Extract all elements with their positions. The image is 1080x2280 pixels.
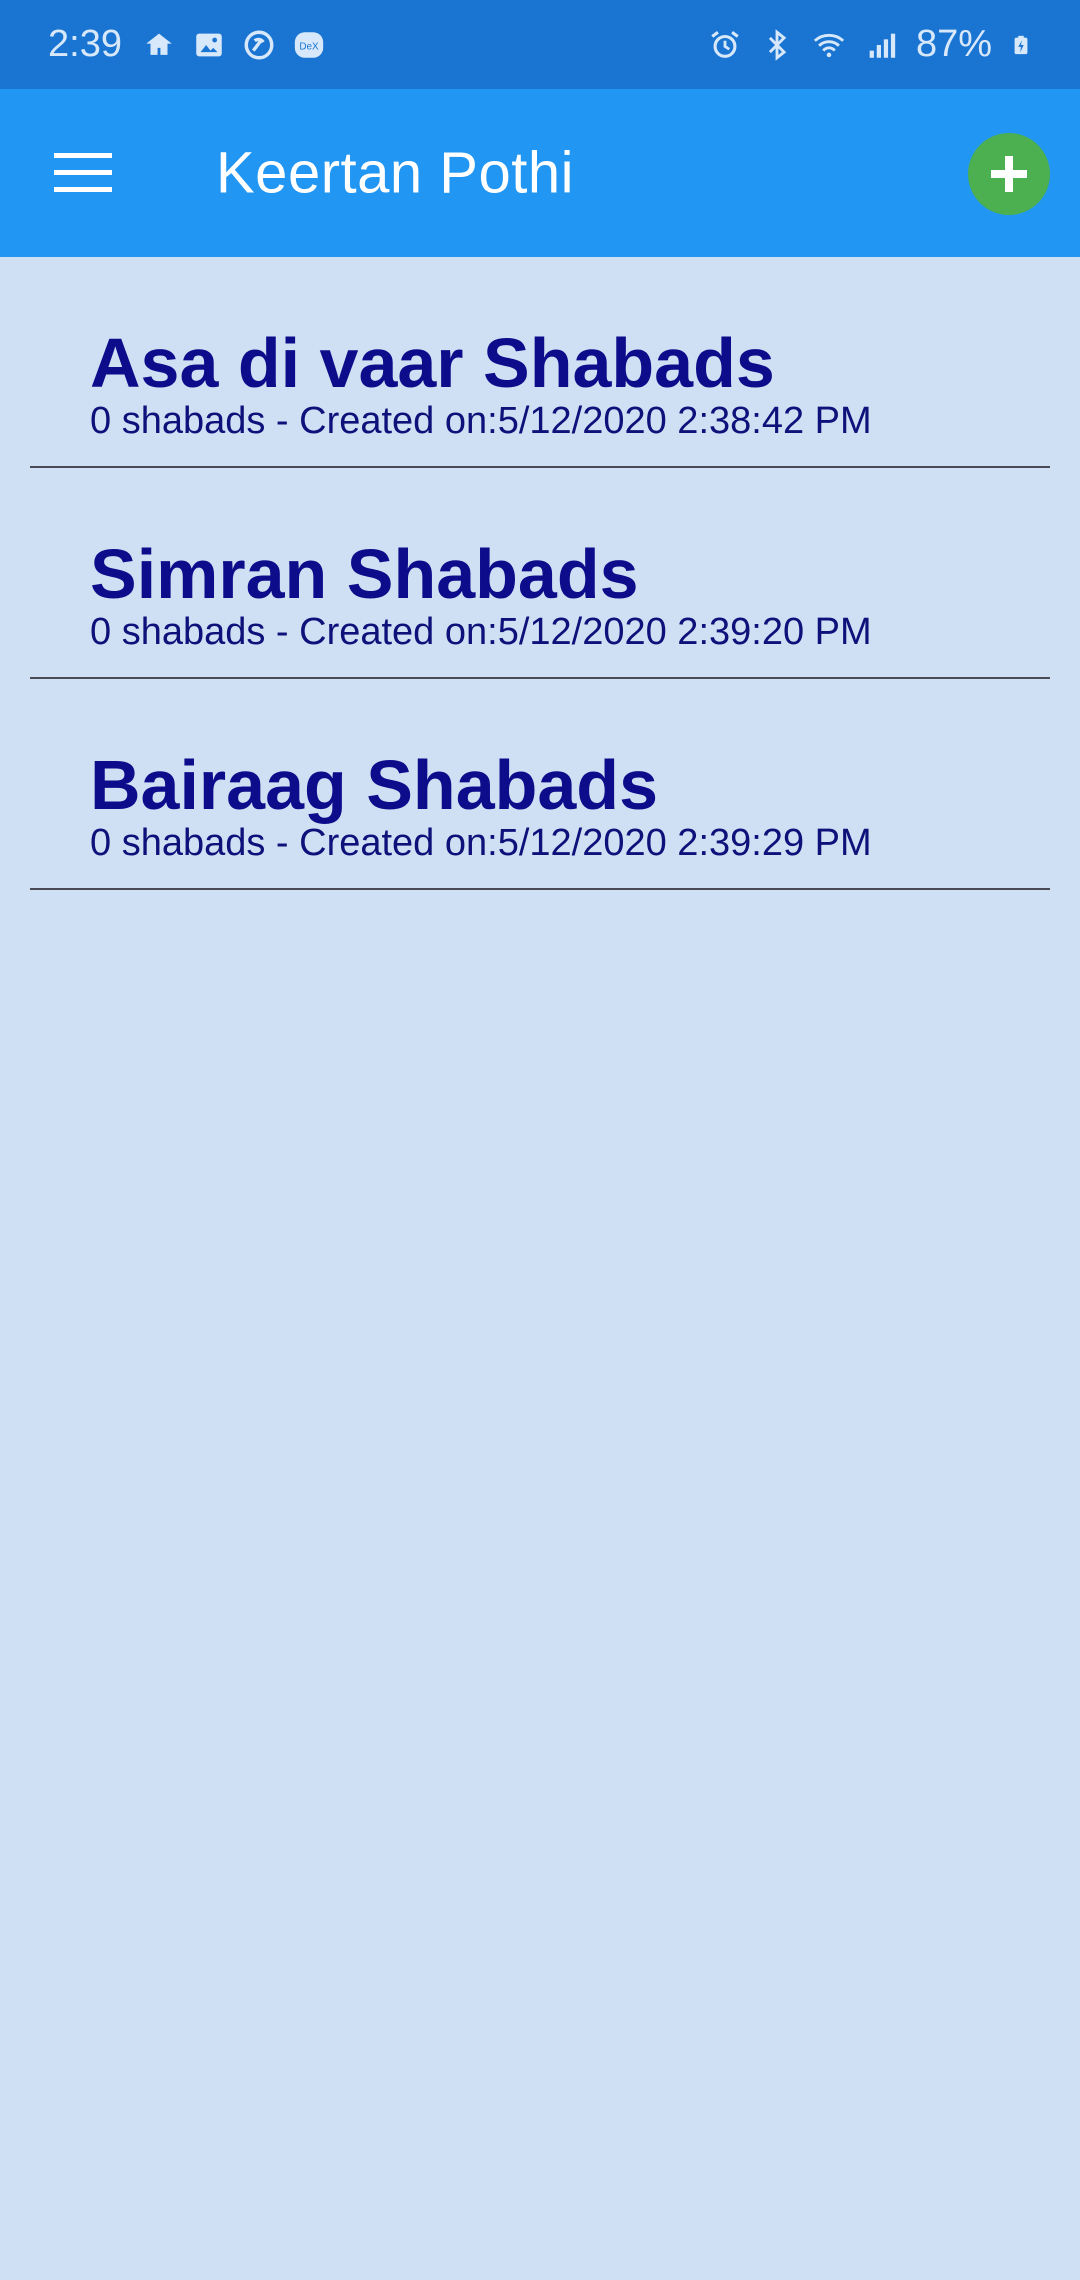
pothi-list: Asa di vaar Shabads 0 shabads - Created …	[0, 257, 1080, 890]
pothi-list-item[interactable]: Bairaag Shabads 0 shabads - Created on:5…	[30, 679, 1050, 890]
image-icon	[196, 33, 222, 56]
battery-percent: 87%	[915, 23, 992, 65]
signal-icon	[869, 33, 896, 58]
pothi-title: Asa di vaar Shabads	[90, 324, 775, 402]
pothi-subtitle: 0 shabads - Created on:5/12/2020 2:39:20…	[90, 611, 872, 653]
pothi-list-item[interactable]: Simran Shabads 0 shabads - Created on:5/…	[30, 468, 1050, 679]
app-bar: Keertan Pothi	[0, 89, 1080, 257]
pothi-subtitle: 0 shabads - Created on:5/12/2020 2:38:42…	[90, 400, 872, 442]
home-icon	[146, 33, 172, 55]
alarm-icon	[711, 30, 739, 58]
add-pothi-button[interactable]	[968, 133, 1050, 215]
pothi-list-item[interactable]: Asa di vaar Shabads 0 shabads - Created …	[30, 257, 1050, 468]
menu-button[interactable]	[40, 130, 126, 216]
plus-icon	[991, 156, 1027, 192]
pothi-title: Simran Shabads	[90, 535, 639, 613]
status-right-icons: 87%	[708, 23, 1032, 66]
dex-icon: DeX	[294, 31, 324, 58]
status-bar: 2:39 DeX 87%	[0, 0, 1080, 89]
pothi-title: Bairaag Shabads	[90, 746, 658, 824]
status-time: 2:39	[48, 23, 122, 65]
app-title: Keertan Pothi	[216, 140, 574, 206]
dex-label: DeX	[299, 41, 319, 52]
wifi-icon	[813, 33, 845, 57]
hamburger-menu-icon	[54, 153, 112, 192]
pothi-subtitle: 0 shabads - Created on:5/12/2020 2:39:29…	[90, 822, 872, 864]
bluetooth-icon	[768, 28, 787, 61]
battery-charging-icon	[1014, 35, 1028, 54]
sync-icon	[244, 30, 274, 59]
status-left-icons: DeX	[142, 28, 326, 62]
